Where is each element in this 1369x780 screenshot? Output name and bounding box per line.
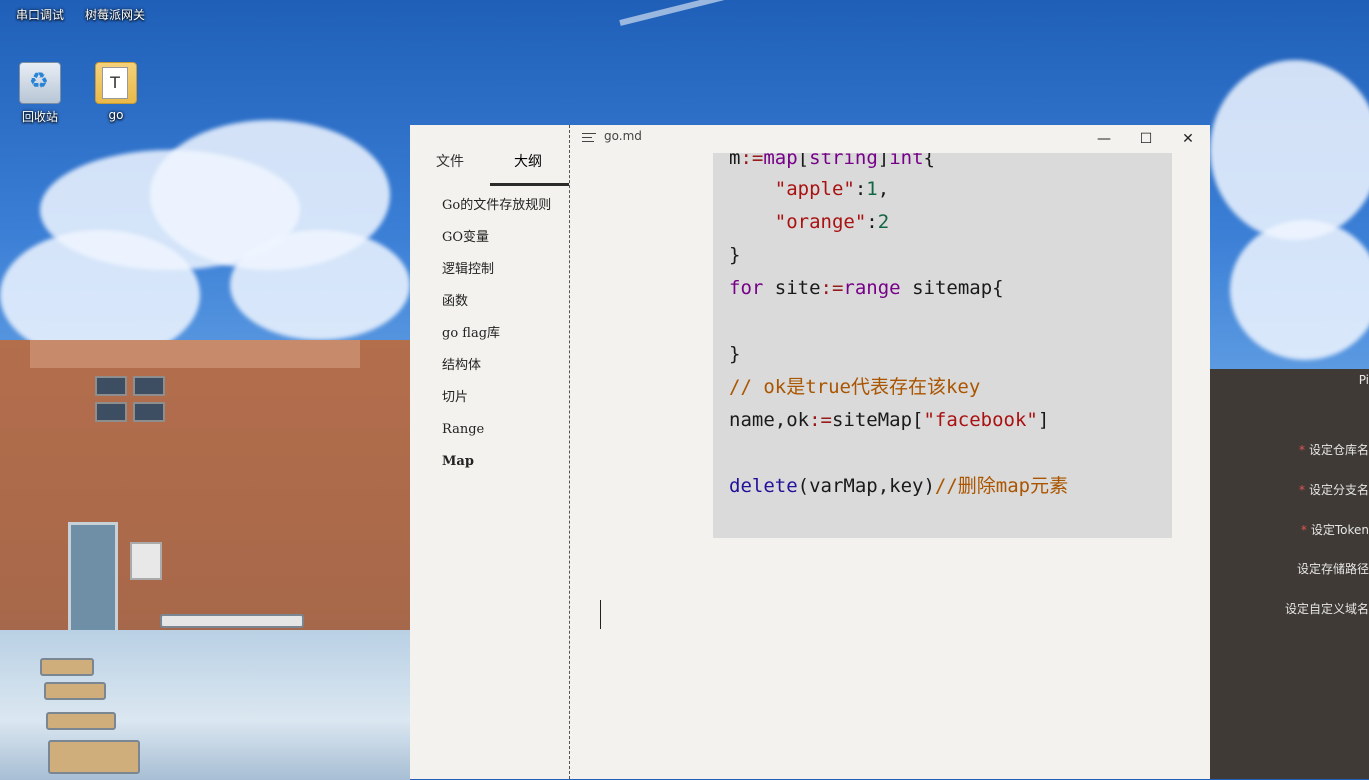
text-file-icon: T — [95, 62, 137, 104]
recycle-bin-icon — [19, 62, 61, 104]
outline-item[interactable]: 函数 — [442, 294, 562, 310]
close-button[interactable]: ✕ — [1167, 125, 1209, 153]
code-line: } — [729, 244, 741, 266]
hamburger-menu-icon[interactable] — [582, 133, 596, 144]
sidebar: 文件 大纲 Go的文件存放规则 GO变量 逻辑控制 函数 go flag库 结构… — [410, 125, 570, 779]
outline-item[interactable]: 切片 — [442, 390, 562, 406]
document-title: go.md — [604, 129, 642, 143]
outline-item[interactable]: 逻辑控制 — [442, 262, 562, 278]
code-line: } — [729, 343, 741, 365]
desktop-icon-raspberry-gateway[interactable]: 树莓派网关 — [80, 6, 150, 23]
code-line: "apple":1, — [774, 178, 890, 200]
field-branch-name[interactable]: * 设定分支名 — [1299, 481, 1369, 498]
desktop-icon-go-file[interactable]: T go — [81, 62, 151, 122]
title-bar: go.md — ☐ ✕ — [570, 125, 1210, 153]
field-repo-name[interactable]: * 设定仓库名 — [1299, 441, 1369, 458]
desktop-icon-label: go — [108, 108, 124, 122]
code-line: name,ok:=siteMap["facebook"] — [729, 409, 1050, 431]
tab-outline[interactable]: 大纲 — [514, 151, 542, 171]
desktop-icon-recycle-bin[interactable]: 回收站 — [5, 62, 75, 125]
desktop-icon-serial-debug[interactable]: 串口调试 — [5, 6, 75, 23]
field-storage-path[interactable]: 设定存储路径 — [1297, 560, 1369, 577]
code-block[interactable]: m:=map[string]int{ "apple":1, "orange":2… — [713, 153, 1172, 538]
desktop-icon-label: 串口调试 — [15, 8, 64, 22]
code-line: "orange":2 — [774, 211, 890, 233]
building-scenery — [0, 340, 410, 780]
outline-item[interactable]: Go的文件存放规则 — [442, 198, 562, 214]
background-app-panel: Pi * 设定仓库名 * 设定分支名 * 设定Token 设定存储路径 设定自定义域名 — [1210, 369, 1369, 779]
sidebar-tabs: 文件 大纲 — [410, 125, 569, 187]
outline-item[interactable]: go flag库 — [442, 326, 562, 342]
code-comment-line: // ok是true代表存在该key — [729, 376, 981, 398]
desktop-icon-label: 树莓派网关 — [84, 8, 145, 22]
code-line: delete(varMap,key)//删除map元素 — [729, 475, 1069, 497]
desktop-icon-label: 回收站 — [21, 110, 58, 124]
tab-files[interactable]: 文件 — [436, 151, 464, 171]
outline-item[interactable]: 结构体 — [442, 358, 562, 374]
outline-list: Go的文件存放规则 GO变量 逻辑控制 函数 go flag库 结构体 切片 R… — [442, 198, 562, 486]
minimize-button[interactable]: — — [1083, 125, 1125, 153]
text-cursor — [600, 600, 601, 629]
editor-area[interactable]: m:=map[string]int{ "apple":1, "orange":2… — [570, 153, 1210, 779]
code-line: for site:=range sitemap{ — [729, 277, 1004, 299]
typora-window: 文件 大纲 Go的文件存放规则 GO变量 逻辑控制 函数 go flag库 结构… — [410, 125, 1210, 779]
field-custom-domain[interactable]: 设定自定义域名 — [1285, 600, 1369, 617]
field-token[interactable]: * 设定Token — [1301, 521, 1369, 538]
outline-item-active[interactable]: Map — [442, 454, 562, 470]
active-tab-indicator — [490, 183, 569, 186]
panel-top-label: Pi — [1358, 373, 1369, 387]
outline-item[interactable]: Range — [442, 422, 562, 438]
code-line: m:=map[string]int{ — [729, 153, 935, 169]
outline-item[interactable]: GO变量 — [442, 230, 562, 246]
maximize-button[interactable]: ☐ — [1125, 125, 1167, 153]
